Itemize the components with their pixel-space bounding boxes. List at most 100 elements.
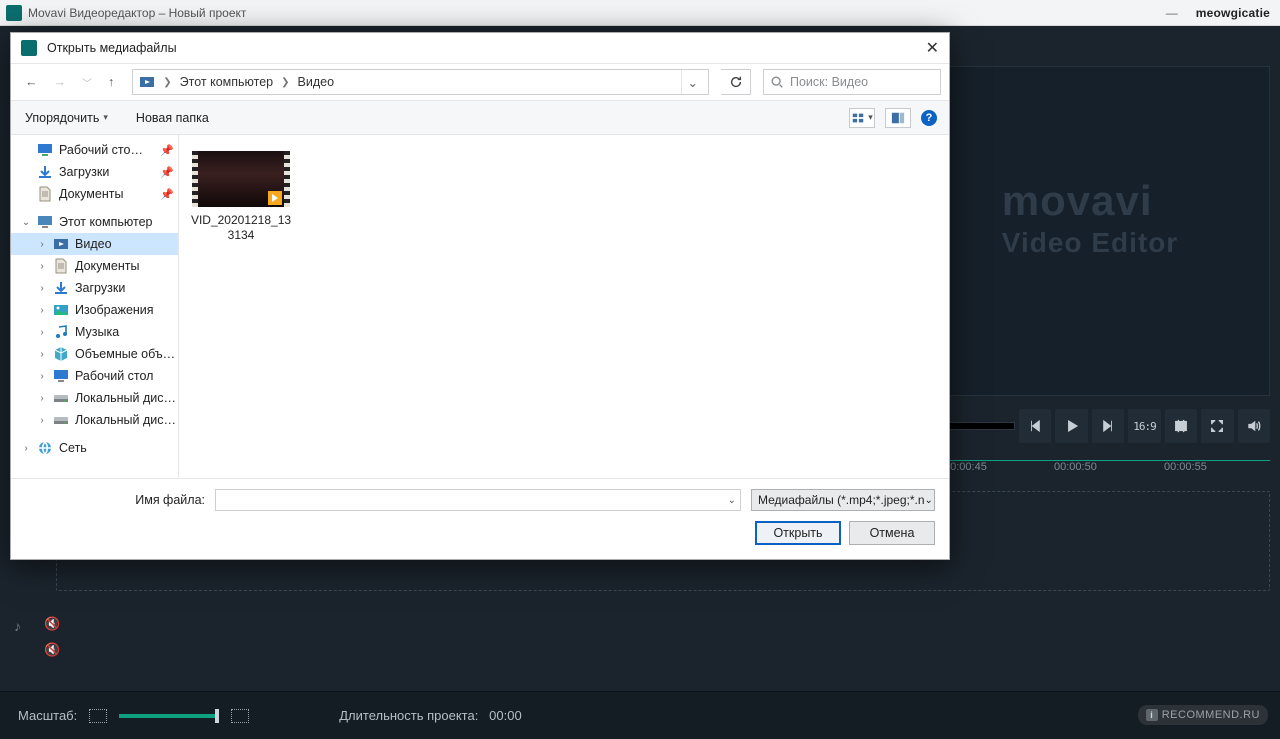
fit-width-icon[interactable]: [89, 709, 107, 723]
username-label: meowgicatie: [1196, 6, 1270, 20]
zoom-slider[interactable]: [119, 714, 219, 718]
sidebar-item-network[interactable]: › Сеть: [11, 437, 178, 459]
nav-up-button[interactable]: ↑: [102, 71, 120, 93]
expand-icon[interactable]: ›: [37, 393, 47, 404]
file-type-select[interactable]: Медиафайлы (*.mp4;*.jpeg;*.n⌄: [751, 489, 935, 511]
expand-icon[interactable]: ›: [37, 283, 47, 294]
prev-track-button[interactable]: [1019, 409, 1051, 443]
sidebar-item-video[interactable]: ›Видео: [11, 233, 178, 255]
expand-icon[interactable]: ›: [37, 349, 47, 360]
organize-menu[interactable]: Упорядочить▾: [23, 107, 110, 129]
nav-back-button[interactable]: ←: [19, 71, 44, 93]
site-watermark: iRECOMMEND.RU: [1138, 705, 1268, 725]
expand-icon[interactable]: ›: [37, 261, 47, 272]
collapse-icon[interactable]: ⌄: [21, 217, 31, 228]
chevron-right-icon[interactable]: ❯: [279, 77, 291, 88]
sidebar-item-label: Рабочий стол: [75, 369, 153, 383]
video-icon: [53, 236, 69, 252]
sidebar-item-label: Документы: [75, 259, 139, 273]
chevron-right-icon[interactable]: ❯: [161, 77, 173, 88]
track-mute-icons[interactable]: 🔇 🔇: [44, 616, 60, 658]
sidebar-item-desktop[interactable]: Рабочий сто… 📌: [11, 139, 178, 161]
breadcrumb-segment[interactable]: Видео: [292, 70, 341, 94]
dialog-logo-icon: [21, 40, 37, 56]
nav-forward-button[interactable]: →: [48, 71, 73, 93]
video-thumbnail: [192, 151, 290, 207]
file-list[interactable]: VID_20201218_13 3134: [179, 135, 949, 478]
close-icon[interactable]: ✕: [926, 38, 939, 58]
volume-button[interactable]: [1238, 409, 1270, 443]
sidebar-item-documents[interactable]: Документы 📌: [11, 183, 178, 205]
sidebar-item-label: Объемные объ…: [75, 347, 175, 361]
download-icon: [37, 164, 53, 180]
address-bar[interactable]: ❯ Этот компьютер ❯ Видео ⌄: [132, 69, 709, 95]
expand-icon[interactable]: ›: [37, 305, 47, 316]
sidebar-item-label: Загрузки: [75, 281, 125, 295]
window-minimize-button[interactable]: —: [1166, 6, 1178, 20]
file-name-input[interactable]: ⌄: [215, 489, 741, 511]
help-icon[interactable]: ?: [921, 110, 937, 126]
play-button[interactable]: [1055, 409, 1087, 443]
image-icon: [53, 302, 69, 318]
sidebar-item-drive-8[interactable]: › Локальный дис…: [11, 409, 178, 431]
preview-controls: 16:9: [910, 406, 1270, 446]
monitor-icon: [37, 214, 53, 230]
expand-icon[interactable]: ›: [37, 327, 47, 338]
expand-icon[interactable]: ›: [37, 415, 47, 426]
sidebar-item-cube[interactable]: › Объемные объ…: [11, 343, 178, 365]
pin-icon: 📌: [160, 144, 178, 157]
address-dropdown-button[interactable]: ⌄: [681, 70, 704, 94]
dialog-titlebar: Открыть медиафайлы ✕: [11, 33, 949, 63]
monitor-icon: [37, 142, 53, 158]
safe-zone-button[interactable]: [1165, 409, 1197, 443]
monitor-icon: [53, 368, 69, 384]
sidebar-item-label: Локальный дис…: [75, 413, 176, 427]
search-input[interactable]: Поиск: Видео: [763, 69, 941, 95]
new-folder-button[interactable]: Новая папка: [134, 107, 211, 129]
dialog-title: Открыть медиафайлы: [47, 41, 177, 55]
sidebar-item-this-pc[interactable]: ⌄ Этот компьютер: [11, 211, 178, 233]
ruler-tick: 00:00:45: [940, 461, 1050, 480]
next-track-button[interactable]: [1092, 409, 1124, 443]
drive-icon: [53, 390, 69, 406]
fit-project-icon[interactable]: [231, 709, 249, 723]
preview-pane: movavi Video Editor: [910, 66, 1270, 396]
drive-icon: [53, 412, 69, 428]
cube-icon: [53, 346, 69, 362]
expand-icon[interactable]: ›: [37, 239, 47, 250]
aspect-ratio-button[interactable]: 16:9: [1128, 409, 1160, 443]
mute-icon[interactable]: 🔇: [44, 642, 60, 658]
sidebar-item-download[interactable]: › Загрузки: [11, 277, 178, 299]
preview-pane-button[interactable]: [885, 108, 911, 128]
duration-label: Длительность проекта:: [339, 708, 478, 723]
file-item[interactable]: VID_20201218_13 3134: [195, 151, 287, 243]
mute-icon[interactable]: 🔇: [44, 616, 60, 632]
dialog-navbar: ← → ﹀ ↑ ❯ Этот компьютер ❯ Видео ⌄ Поиск…: [11, 63, 949, 101]
expand-icon[interactable]: ›: [21, 443, 31, 454]
sidebar-item-doc[interactable]: › Документы: [11, 255, 178, 277]
pin-icon: 📌: [160, 166, 178, 179]
refresh-button[interactable]: [721, 69, 751, 95]
sidebar-item-monitor[interactable]: › Рабочий стол: [11, 365, 178, 387]
doc-icon: [53, 258, 69, 274]
expand-icon[interactable]: ›: [37, 371, 47, 382]
play-overlay-icon: [268, 191, 282, 205]
search-icon: [770, 75, 784, 89]
sidebar-item-image[interactable]: ›Изображения: [11, 299, 178, 321]
sidebar-item-drive-7[interactable]: ›Локальный дис…: [11, 387, 178, 409]
video-library-icon: [139, 74, 155, 90]
breadcrumb-segment[interactable]: Этот компьютер: [174, 70, 279, 94]
ruler-tick: 00:00:50: [1050, 461, 1160, 480]
dialog-toolbar: Упорядочить▾ Новая папка ▾ ?: [11, 101, 949, 135]
fullscreen-button[interactable]: [1201, 409, 1233, 443]
sidebar-item-downloads[interactable]: Загрузки 📌: [11, 161, 178, 183]
sidebar-item-music[interactable]: ›Музыка: [11, 321, 178, 343]
nav-history-button[interactable]: ﹀: [76, 71, 98, 94]
cancel-button[interactable]: Отмена: [849, 521, 935, 545]
open-button[interactable]: Открыть: [755, 521, 841, 545]
document-icon: [37, 186, 53, 202]
nav-sidebar: Рабочий сто… 📌 Загрузки 📌 Документы 📌 ⌄: [11, 135, 179, 478]
app-titlebar: Movavi Видеоредактор – Новый проект — me…: [0, 0, 1280, 26]
network-icon: [37, 440, 53, 456]
view-mode-button[interactable]: ▾: [849, 108, 875, 128]
